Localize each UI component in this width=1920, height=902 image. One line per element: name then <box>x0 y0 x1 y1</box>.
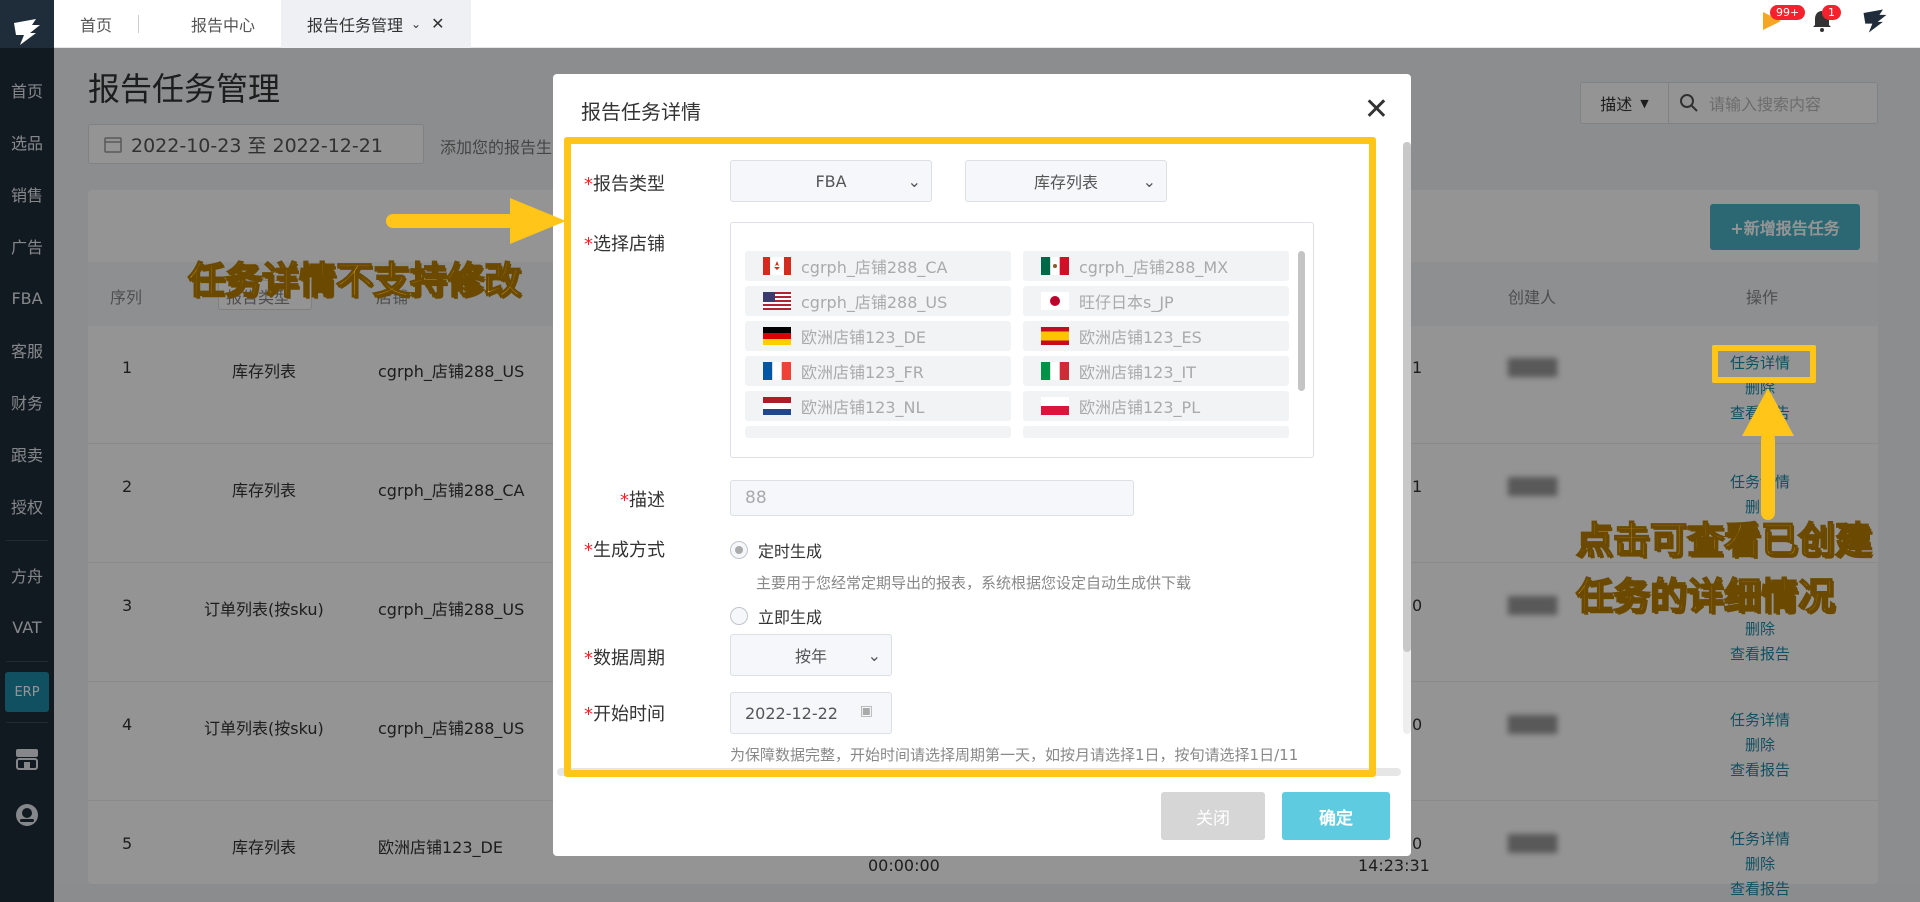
radio-dot-checked <box>730 541 748 559</box>
bell-badge: 1 <box>1822 5 1841 20</box>
close-button[interactable]: 关闭 <box>1161 792 1265 840</box>
store-option[interactable]: 旺仔日本s_JP <box>1023 286 1289 316</box>
label-desc: *描述 <box>620 490 665 511</box>
label-store: *选择店铺 <box>584 234 665 255</box>
chevron-down-icon: ⌄ <box>907 172 921 191</box>
store-option[interactable]: 欧洲店铺123_NL <box>745 391 1011 421</box>
modal-title: 报告任务详情 <box>581 100 701 124</box>
store-selector[interactable]: cgrph_店铺288_CA cgrph_店铺288_MX cgrph_店铺28… <box>730 222 1314 458</box>
flag-pl-icon <box>1041 397 1069 415</box>
arrow-up-annotation <box>1742 388 1794 520</box>
confirm-button[interactable]: 确定 <box>1282 792 1390 840</box>
flag-fr-icon <box>763 362 791 380</box>
highlight-task-detail <box>1712 345 1816 383</box>
annotation-right-line2: 任务的详细情况 <box>1575 574 1836 619</box>
report-type-select[interactable]: FBA ⌄ <box>730 160 932 202</box>
calendar-icon: ▣ <box>859 703 873 719</box>
flag-it-icon <box>1041 362 1069 380</box>
notification-bell[interactable]: 1 <box>1810 5 1841 37</box>
flag-ca-icon <box>763 257 791 275</box>
store-option[interactable]: cgrph_店铺288_MX <box>1023 251 1289 281</box>
report-type-value: FBA <box>815 171 847 191</box>
arrow-right-annotation <box>386 198 566 244</box>
store-option-partial <box>745 426 1011 438</box>
flag-mx-icon <box>1041 257 1069 275</box>
radio-scheduled-label: 定时生成 <box>758 542 823 561</box>
tab-label: 报告任务管理 <box>307 15 404 35</box>
close-icon[interactable]: ✕ <box>431 14 444 33</box>
message-flag[interactable]: 99+ <box>1760 5 1806 37</box>
store-option[interactable]: cgrph_店铺288_US <box>745 286 1011 316</box>
report-subtype-value: 库存列表 <box>1033 173 1098 192</box>
label-gen-mode: *生成方式 <box>584 540 665 561</box>
report-subtype-select[interactable]: 库存列表 ⌄ <box>965 160 1167 202</box>
report-task-detail-modal: 报告任务详情 ✕ *报告类型 FBA ⌄ 库存列表 ⌄ *选择店铺 cgrph_… <box>553 74 1411 856</box>
radio-now[interactable]: 立即生成 <box>730 604 822 628</box>
flag-us-icon <box>763 292 791 310</box>
message-badge: 99+ <box>1770 5 1806 20</box>
store-option[interactable]: 欧洲店铺123_DE <box>745 321 1011 351</box>
label-period: *数据周期 <box>584 648 665 669</box>
store-list-scrollbar[interactable] <box>1298 251 1305 391</box>
tab-label: 报告中心 <box>191 15 256 35</box>
radio-scheduled[interactable]: 定时生成 <box>730 538 822 562</box>
modal-body: *报告类型 FBA ⌄ 库存列表 ⌄ *选择店铺 cgrph_店铺288_CA … <box>565 140 1385 774</box>
chevron-down-icon: ⌄ <box>1142 172 1156 191</box>
scrollbar-thumb[interactable] <box>1403 142 1411 652</box>
desc-input[interactable]: 88 <box>730 480 1134 516</box>
store-option[interactable]: 欧洲店铺123_IT <box>1023 356 1289 386</box>
tab-report-task[interactable]: 报告任务管理 ⌄ ✕ <box>281 0 471 48</box>
store-option[interactable]: cgrph_店铺288_CA <box>745 251 1011 281</box>
store-option[interactable]: 欧洲店铺123_ES <box>1023 321 1289 351</box>
top-right-tools: 99+ 1 <box>1760 5 1890 40</box>
tab-divider <box>138 14 140 33</box>
radio-dot <box>730 607 748 625</box>
tab-home[interactable]: 首页 <box>54 0 165 48</box>
start-hint: 为保障数据完整，开始时间请选择周期第一天，如按月请选择1日，按旬请选择1日/11 <box>730 746 1299 764</box>
modal-horizontal-scrollbar[interactable] <box>557 768 1401 776</box>
start-date-value: 2022-12-22 <box>745 703 838 723</box>
tab-label: 首页 <box>80 15 113 35</box>
annotation-right-line1: 点击可查看已创建 <box>1575 518 1873 563</box>
label-report-type: *报告类型 <box>584 174 665 195</box>
chevron-down-icon[interactable]: ⌄ <box>411 17 421 31</box>
period-value: 按年 <box>794 647 827 666</box>
flag-de-icon <box>763 327 791 345</box>
flag-nl-icon <box>763 397 791 415</box>
store-option[interactable]: 欧洲店铺123_FR <box>745 356 1011 386</box>
chevron-down-icon: ⌄ <box>867 646 881 665</box>
annotation-left-text: 任务详情不支持修改 <box>187 258 522 303</box>
modal-vertical-scrollbar[interactable] <box>1403 142 1411 734</box>
avatar-icon <box>1863 9 1887 33</box>
modal-close-icon[interactable]: ✕ <box>1364 92 1389 127</box>
scheduled-hint: 主要用于您经常定期导出的报表，系统根据您设定自动生成供下载 <box>756 574 1192 592</box>
top-tabbar: 首页 报告中心 报告任务管理 ⌄ ✕ 99+ 1 <box>54 0 1920 48</box>
flag-jp-icon <box>1041 292 1069 310</box>
user-avatar[interactable] <box>1860 6 1890 40</box>
store-option[interactable]: 欧洲店铺123_PL <box>1023 391 1289 421</box>
start-date-input[interactable]: 2022-12-22 ▣ <box>730 692 892 734</box>
label-start: *开始时间 <box>584 704 665 725</box>
tab-report-center[interactable]: 报告中心 <box>165 0 281 48</box>
store-option-partial <box>1023 426 1289 438</box>
flag-es-icon <box>1041 327 1069 345</box>
period-select[interactable]: 按年 ⌄ <box>730 634 892 676</box>
radio-now-label: 立即生成 <box>758 608 823 627</box>
